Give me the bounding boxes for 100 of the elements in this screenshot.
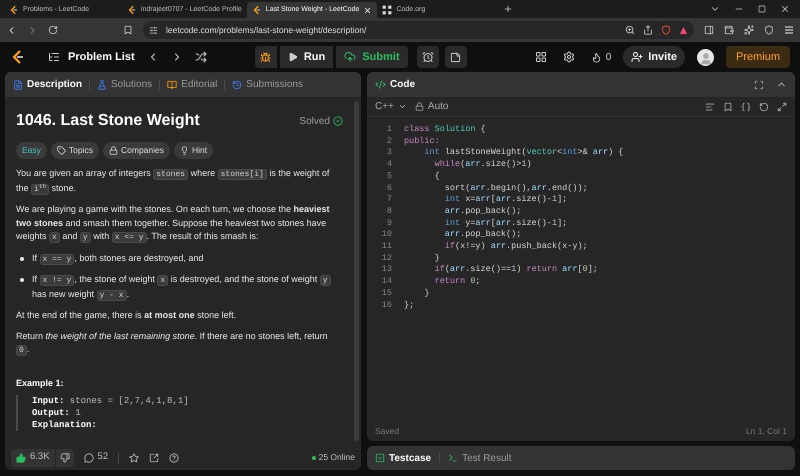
logo-icon	[127, 5, 137, 15]
code-line: arr.pop_back();	[444, 206, 522, 218]
lock-icon	[109, 146, 118, 155]
maximize-icon[interactable]	[758, 5, 766, 13]
line-number: 1	[386, 124, 392, 136]
logo-icon[interactable]	[10, 49, 26, 65]
premium-button[interactable]: Premium	[726, 46, 790, 68]
site-settings-icon[interactable]	[149, 26, 158, 34]
line-number: 16	[380, 300, 392, 312]
timer-button[interactable]	[416, 46, 438, 68]
sidebar-icon[interactable]	[704, 25, 714, 35]
tag-button[interactable]: Hint	[174, 142, 214, 159]
close-icon[interactable]	[780, 4, 790, 14]
line-number: 15	[380, 288, 392, 300]
panel-tab[interactable]: Test Result	[448, 450, 512, 466]
shuffle-icon[interactable]	[194, 51, 207, 63]
line-number: 14	[380, 276, 392, 288]
run-button[interactable]: Run	[280, 46, 334, 68]
play-icon	[288, 52, 298, 62]
dislike-button[interactable]	[56, 448, 74, 466]
layout-icon[interactable]	[534, 51, 547, 63]
panel-tab[interactable]: Description	[13, 77, 82, 92]
line-number: 11	[380, 241, 392, 253]
shield-icon[interactable]	[661, 25, 671, 35]
braces-icon[interactable]	[741, 102, 751, 112]
list-icon[interactable]	[48, 51, 60, 63]
share-icon[interactable]	[149, 452, 160, 462]
chevron-down-icon	[398, 102, 407, 111]
code-line: int y=arr[arr.size()-1];	[444, 218, 568, 230]
reset-icon[interactable]	[759, 102, 769, 112]
format-icon[interactable]	[705, 102, 715, 112]
comments-button[interactable]: 52	[84, 450, 108, 465]
lock-icon	[414, 102, 424, 111]
thumbs-up-icon	[16, 452, 26, 462]
panel-tab[interactable]: Solutions	[97, 77, 152, 92]
close-icon[interactable]	[363, 6, 372, 14]
tag-button[interactable]: Topics	[50, 142, 99, 159]
code-line: }	[434, 252, 440, 264]
code-line: int lastStoneWeight(vector<int>& arr) {	[423, 147, 624, 160]
streak-counter[interactable]: 0	[590, 50, 612, 64]
bullet-text: If x != y , the stone of weight x is destroyed, and the stone of weight y has new weight y - x .	[32, 273, 343, 302]
invite-button[interactable]: Invite	[623, 46, 685, 68]
note-icon	[450, 52, 461, 62]
expand-icon[interactable]	[754, 80, 764, 90]
zoom-icon[interactable]	[625, 25, 635, 35]
panel-tab[interactable]: Editorial	[167, 77, 218, 92]
problem-paragraph: Return the weight of the last remaining stone. If there are no stones left, return 0 .	[16, 330, 329, 358]
avatar[interactable]	[697, 48, 714, 66]
sparkle-icon[interactable]	[744, 25, 754, 35]
code-line: if(arr.size()==1) return arr[0];	[434, 264, 598, 276]
save-status: Saved	[375, 424, 400, 438]
bug-icon	[260, 52, 272, 62]
debug-button[interactable]	[254, 46, 277, 68]
wallet-icon[interactable]	[724, 25, 734, 35]
line-number: 13	[380, 264, 392, 276]
code-line: int x=arr[arr.size()-1];	[444, 194, 568, 206]
bookmark-icon[interactable]	[123, 25, 133, 35]
code-line: while(arr.size()>1)	[434, 159, 532, 171]
code-line: };	[403, 300, 414, 312]
line-number: 3	[386, 147, 392, 160]
submit-button[interactable]: Submit	[336, 46, 408, 68]
code-line: }	[423, 288, 430, 300]
flame-icon	[590, 52, 602, 62]
shield-icon[interactable]	[764, 25, 774, 35]
example-line: Input: stones = [2,7,4,1,8,1]	[32, 395, 190, 407]
bullet-icon	[20, 278, 24, 282]
triangle-icon[interactable]	[679, 26, 688, 34]
notes-button[interactable]	[444, 46, 466, 68]
tag-icon	[56, 146, 66, 155]
help-icon[interactable]	[169, 452, 180, 462]
solved-status: Solved	[299, 114, 330, 128]
problem-list-link[interactable]: Problem List	[68, 48, 135, 66]
new-tab-icon[interactable]	[503, 4, 514, 14]
tag-button[interactable]: Companies	[103, 142, 170, 159]
fullscreen-icon[interactable]	[777, 102, 787, 112]
panel-tab[interactable]: Submissions	[232, 77, 303, 92]
bookmark-icon[interactable]	[723, 102, 733, 112]
reload-icon[interactable]	[48, 25, 58, 35]
star-icon[interactable]	[129, 452, 140, 462]
share-icon[interactable]	[643, 25, 653, 35]
panel-tab[interactable]: Testcase	[375, 450, 432, 466]
comment-icon	[84, 452, 94, 462]
lightbulb-icon	[180, 146, 189, 155]
menu-icon[interactable]	[784, 25, 794, 35]
language-select[interactable]: C++	[375, 99, 407, 114]
code-line: class Solution {	[403, 124, 486, 136]
code-line: public:	[403, 136, 440, 148]
code-icon	[375, 79, 386, 90]
line-number: 8	[386, 206, 392, 218]
like-button[interactable]: 6.3K	[11, 448, 55, 466]
line-number: 9	[386, 218, 392, 230]
panel-title: Code	[390, 78, 415, 92]
example-line: Explanation:	[32, 419, 98, 431]
code-line: if(x!=y) arr.push_back(x-y);	[444, 241, 588, 253]
address-field[interactable]: leetcode.com/problems/last-stone-weight/description/	[143, 21, 694, 39]
problem-paragraph: You are given an array of integers stones where stones[i] is the weight of the i$^{th}$ stone.	[16, 167, 330, 196]
url-text: leetcode.com/problems/last-stone-weight/description/	[166, 24, 366, 36]
line-number: 6	[386, 182, 392, 194]
settings-icon[interactable]	[562, 51, 575, 63]
line-number: 10	[380, 229, 392, 242]
